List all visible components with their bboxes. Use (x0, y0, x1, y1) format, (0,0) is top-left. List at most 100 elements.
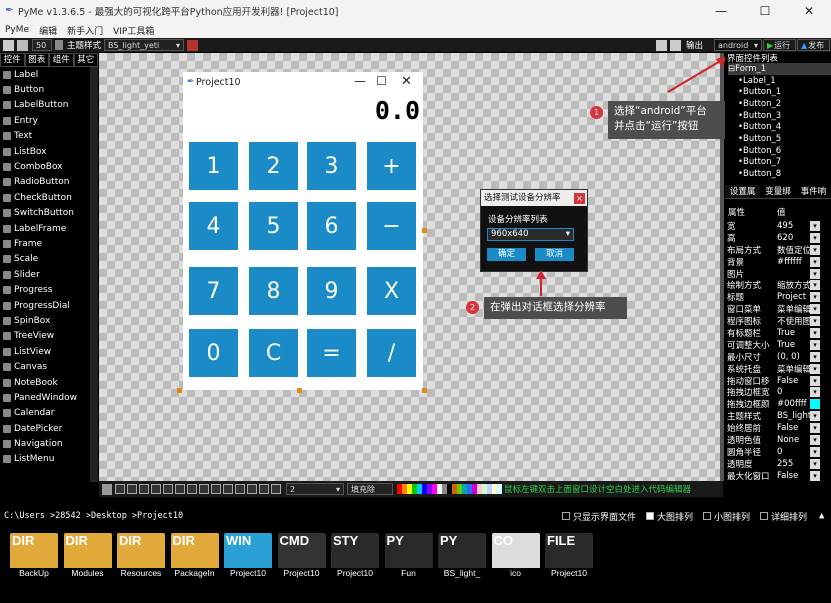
file-icon[interactable]: DIR PackageIn (170, 533, 219, 583)
property-edit-icon[interactable]: ▾ (810, 244, 820, 255)
property-value[interactable]: False (777, 471, 810, 481)
property-row[interactable]: 拖拽边框宽 0 ▾ (725, 386, 831, 398)
property-value[interactable]: 菜单编辑 (777, 363, 810, 375)
property-row[interactable]: 有标题栏 True ▾ (725, 327, 831, 339)
property-row[interactable]: 最大化窗口 False ▾ (725, 470, 831, 482)
property-row[interactable]: 始终居前 False ▾ (725, 422, 831, 434)
property-row[interactable]: 透明色值 None ▾ (725, 434, 831, 446)
property-row[interactable]: 宽 495 ▾ (725, 220, 831, 232)
file-icon[interactable]: DIR Modules (63, 533, 112, 583)
draw-tool-icon[interactable] (127, 484, 137, 494)
property-row[interactable]: 标题 Project ▾ (725, 291, 831, 303)
property-edit-icon[interactable]: ▾ (810, 256, 820, 267)
property-row[interactable]: 绘制方式 缩放方式 ▾ (725, 279, 831, 291)
property-value[interactable]: 不使用图 (777, 315, 810, 327)
property-value[interactable]: False (777, 376, 810, 386)
property-row[interactable]: 背景 #ffffff ▾ (725, 256, 831, 268)
file-icon[interactable]: STY Project10 (331, 533, 379, 583)
tree-item[interactable]: • Button_6 (728, 145, 831, 157)
draw-tool-icon[interactable] (163, 484, 173, 494)
property-row[interactable]: 主题样式 BS_light ▾ (725, 410, 831, 422)
draw-tool-icon[interactable] (187, 484, 197, 494)
property-edit-icon[interactable]: ▾ (810, 351, 820, 362)
property-edit-icon[interactable]: ▾ (810, 268, 820, 279)
tree-item[interactable]: • Button_8 (728, 168, 831, 180)
file-icon[interactable]: CO ico (491, 533, 540, 583)
property-value[interactable]: None (777, 435, 810, 445)
draw-tool-icon[interactable] (271, 484, 281, 494)
file-icon[interactable]: DIR Resources (117, 533, 165, 583)
property-row[interactable]: 程序图标 不使用图 ▾ (725, 315, 831, 327)
property-value[interactable]: (0, 0) (777, 352, 810, 362)
breadcrumb[interactable]: C:\Users >28542 >Desktop >Project10 (4, 511, 183, 521)
property-value[interactable]: False (777, 423, 810, 433)
property-edit-icon[interactable]: ▾ (810, 304, 820, 315)
property-row[interactable]: 拖动窗口移 False ▾ (725, 375, 831, 387)
draw-tool-icon[interactable] (175, 484, 185, 494)
property-value[interactable]: 缩放方式 (777, 279, 810, 291)
property-edit-icon[interactable]: ▾ (810, 411, 820, 422)
property-value[interactable]: 0 (777, 387, 810, 397)
property-value[interactable]: 数值定位 (777, 244, 810, 256)
fill-select[interactable]: 填充除 (347, 483, 393, 495)
tree-item[interactable]: ⊟ Form_1 (728, 63, 831, 75)
detail-radio[interactable] (760, 512, 769, 520)
property-edit-icon[interactable]: ▾ (810, 316, 820, 327)
property-value[interactable]: 菜单编辑 (777, 303, 810, 315)
property-edit-icon[interactable]: ▾ (810, 327, 820, 338)
property-value[interactable]: True (777, 328, 810, 338)
tree-item[interactable]: • Button_2 (728, 98, 831, 110)
tree-item[interactable]: • Label_1 (728, 75, 831, 87)
only-ui-checkbox[interactable] (562, 512, 570, 520)
property-edit-icon[interactable] (810, 399, 820, 410)
property-row[interactable]: 高 620 ▾ (725, 232, 831, 244)
trash-icon[interactable] (102, 483, 112, 495)
tab-events[interactable]: 事件响 (796, 185, 831, 198)
draw-tool-icon[interactable] (199, 484, 209, 494)
file-icon[interactable]: DIR BackUp (10, 533, 58, 583)
tree-item[interactable]: • Button_7 (728, 157, 831, 169)
property-edit-icon[interactable]: ▾ (810, 470, 820, 481)
property-edit-icon[interactable]: ▾ (810, 220, 820, 231)
property-edit-icon[interactable]: ▾ (810, 458, 820, 469)
draw-tool-icon[interactable] (151, 484, 161, 494)
property-edit-icon[interactable]: ▾ (810, 446, 820, 457)
property-edit-icon[interactable]: ▾ (810, 434, 820, 445)
property-value[interactable]: 620 (777, 233, 810, 243)
line-width-select[interactable]: 2 ▾ (286, 483, 344, 495)
tab-properties[interactable]: 设置属 (725, 185, 761, 198)
draw-tool-icon[interactable] (223, 484, 233, 494)
property-value[interactable]: Project (777, 292, 810, 302)
draw-tool-icon[interactable] (247, 484, 257, 494)
property-row[interactable]: 圆角半径 0 ▾ (725, 446, 831, 458)
property-row[interactable]: 布局方式 数值定位 ▾ (725, 244, 831, 256)
file-icon[interactable]: PY Fun (384, 533, 433, 583)
property-edit-icon[interactable]: ▾ (810, 375, 820, 386)
property-value[interactable]: 0 (777, 447, 810, 457)
property-row[interactable]: 图片 ▾ (725, 268, 831, 280)
property-value[interactable]: BS_light (777, 411, 810, 421)
property-value[interactable]: True (777, 340, 810, 350)
color-palette[interactable] (397, 484, 502, 494)
property-value[interactable]: #00ffff (777, 399, 810, 409)
draw-tool-icon[interactable] (235, 484, 245, 494)
property-edit-icon[interactable]: ▾ (810, 232, 820, 243)
scroll-up-icon[interactable]: ▲ (819, 511, 824, 521)
large-icon-radio[interactable] (646, 512, 655, 520)
tree-item[interactable]: • Button_3 (728, 110, 831, 122)
small-icon-radio[interactable] (703, 512, 712, 520)
color-swatch[interactable] (497, 484, 502, 494)
property-row[interactable]: 可调整大小 True ▾ (725, 339, 831, 351)
file-icon[interactable]: PY BS_light_ (438, 533, 486, 583)
property-row[interactable]: 窗口菜单 菜单编辑 ▾ (725, 303, 831, 315)
property-row[interactable]: 最小尺寸 (0, 0) ▾ (725, 351, 831, 363)
file-icon[interactable]: WIN Project10 (224, 533, 272, 583)
property-value[interactable]: #ffffff (777, 257, 810, 267)
draw-tool-icon[interactable] (139, 484, 149, 494)
property-edit-icon[interactable]: ▾ (810, 339, 820, 350)
property-edit-icon[interactable]: ▾ (810, 387, 820, 398)
property-row[interactable]: 拖拽边框颜 #00ffff (725, 398, 831, 410)
draw-tool-icon[interactable] (115, 484, 125, 494)
property-edit-icon[interactable]: ▾ (810, 280, 820, 291)
tab-bindings[interactable]: 变量绑 (760, 185, 795, 198)
